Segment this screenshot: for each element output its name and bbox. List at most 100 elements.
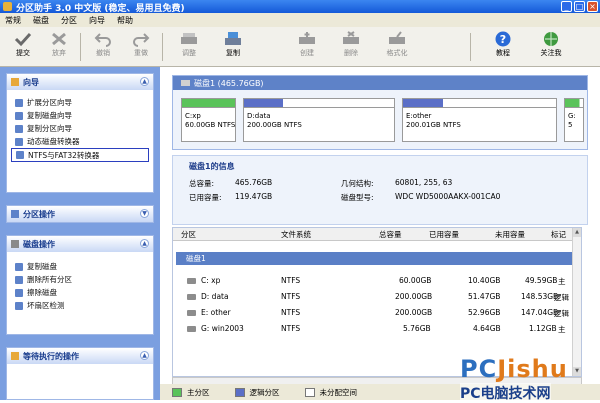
sidebar-item-extend-wizard[interactable]: 扩展分区向导 — [7, 96, 153, 109]
usage-bar — [182, 99, 235, 108]
collapse-icon[interactable]: ▲ — [140, 351, 149, 360]
disk-model-label: 磁盘型号: — [341, 193, 374, 202]
close-button[interactable]: × — [587, 1, 598, 12]
collapse-icon[interactable]: ▲ — [140, 239, 149, 248]
maximize-button[interactable]: □ — [574, 1, 585, 12]
col-total[interactable]: 总容量 — [379, 229, 402, 240]
disk-group-row[interactable]: 磁盘1 — [176, 252, 576, 265]
copy-partition-icon — [15, 124, 23, 133]
partition-block-g[interactable]: G: 5 — [564, 98, 584, 142]
col-free[interactable]: 未用容量 — [495, 229, 525, 240]
undo-button[interactable]: 撤销 — [86, 29, 120, 65]
disk-map: 磁盘1 (465.76GB) C:xp 60.00GB NTFS D:data … — [172, 75, 588, 150]
partition-icon — [11, 210, 19, 218]
delete-button[interactable]: 删除 — [334, 29, 368, 65]
toolbar-separator — [162, 33, 163, 61]
sidebar-item-copy-disk[interactable]: 复制磁盘 — [7, 260, 153, 273]
app-icon — [3, 2, 12, 11]
used-capacity-label: 已用容量: — [189, 193, 222, 202]
partition-ops-panel: 分区操作 ▼ — [6, 205, 154, 223]
menu-help[interactable]: 帮助 — [117, 15, 133, 26]
discard-button[interactable]: 放弃 — [42, 29, 76, 65]
disk-icon — [11, 240, 19, 248]
sidebar-item-delete-all[interactable]: 删除所有分区 — [7, 273, 153, 286]
scroll-down-icon[interactable]: ▼ — [573, 367, 581, 376]
toolbar-separator — [470, 33, 471, 61]
disk-ops-panel: 磁盘操作 ▲ 复制磁盘 删除所有分区 擦除磁盘 坏扇区检测 — [6, 235, 154, 335]
disk-model-value: WDC WD5000AAKX-001CA0 — [395, 192, 501, 201]
redo-button[interactable]: 重做 — [124, 29, 158, 65]
col-partition[interactable]: 分区 — [181, 229, 196, 240]
partition-block-c[interactable]: C:xp 60.00GB NTFS — [181, 98, 236, 142]
primary-partition-swatch — [172, 387, 182, 397]
scroll-up-icon[interactable]: ▲ — [573, 228, 581, 237]
follow-icon — [544, 32, 558, 46]
geometry-label: 几何结构: — [341, 179, 374, 188]
wipe-icon — [15, 288, 23, 297]
svg-text:?: ? — [500, 33, 506, 46]
legend-logical: 逻辑分区 — [249, 387, 280, 397]
sidebar-item-ntfs-fat32[interactable]: NTFS与FAT32转换器 — [11, 148, 149, 162]
minimize-button[interactable]: _ — [561, 1, 572, 12]
convert-icon — [16, 151, 24, 159]
undo-icon — [94, 33, 111, 47]
discard-icon — [52, 32, 66, 46]
partition-icon — [187, 310, 196, 316]
col-used[interactable]: 已用容量 — [429, 229, 459, 240]
sidebar-item-copy-partition-wizard[interactable]: 复制分区向导 — [7, 122, 153, 135]
disk-ops-header[interactable]: 磁盘操作 ▲ — [7, 236, 153, 252]
disk-map-header[interactable]: 磁盘1 (465.76GB) — [173, 76, 587, 90]
table-row[interactable]: D: data NTFS 200.00GB 51.47GB 148.53GB 逻… — [173, 290, 581, 304]
sidebar-item-copy-disk-wizard[interactable]: 复制磁盘向导 — [7, 109, 153, 122]
menu-wizard[interactable]: 向导 — [89, 15, 105, 26]
copy-button[interactable]: 复制 — [216, 29, 250, 65]
sidebar-item-bad-sector[interactable]: 坏扇区检测 — [7, 299, 153, 312]
commit-button[interactable]: 提交 — [6, 29, 40, 65]
tutorial-button[interactable]: ? 教程 — [486, 29, 520, 65]
col-filesystem[interactable]: 文件系统 — [281, 229, 311, 240]
partition-icon — [187, 278, 196, 284]
follow-button[interactable]: 关注我 — [534, 29, 568, 65]
logical-partition-swatch — [234, 387, 245, 397]
geometry-value: 60801, 255, 63 — [395, 178, 453, 187]
resize-button[interactable]: 调整 — [172, 29, 206, 65]
sidebar-item-dynamic-disk[interactable]: 动态磁盘转换器 — [7, 135, 153, 148]
collapse-icon[interactable]: ▲ — [140, 77, 149, 86]
total-capacity-label: 总容量: — [189, 179, 215, 188]
menu-disk[interactable]: 磁盘 — [33, 15, 49, 26]
create-button[interactable]: 创建 — [290, 29, 324, 65]
wizard-panel: 向导 ▲ 扩展分区向导 复制磁盘向导 复制分区向导 动态磁盘转换器 NTFS与F… — [6, 73, 154, 193]
disk-info-panel: 磁盘1的信息 总容量: 465.76GB 已用容量: 119.47GB 几何结构… — [172, 155, 588, 225]
table-row[interactable]: G: win2003 NTFS 5.76GB 4.64GB 1.12GB 主 — [173, 322, 581, 336]
pending-ops-header[interactable]: 等待执行的操作 ▲ — [7, 348, 153, 364]
partition-ops-header[interactable]: 分区操作 ▼ — [7, 206, 153, 222]
table-row[interactable]: E: other NTFS 200.00GB 52.96GB 147.04GB … — [173, 306, 581, 320]
redo-icon — [133, 33, 150, 47]
copy-disk-icon — [15, 262, 23, 271]
menu-general[interactable]: 常规 — [5, 15, 21, 26]
partition-block-d[interactable]: D:data 200.00GB NTFS — [243, 98, 395, 142]
col-flag[interactable]: 标记 — [551, 229, 566, 240]
legend-primary: 主分区 — [187, 387, 210, 397]
wizard-panel-header[interactable]: 向导 ▲ — [7, 74, 153, 90]
disk-icon — [181, 80, 190, 86]
legend-bar: 主分区 逻辑分区 未分配空间 — [160, 384, 600, 400]
sidebar: 向导 ▲ 扩展分区向导 复制磁盘向导 复制分区向导 动态磁盘转换器 NTFS与F… — [0, 67, 160, 400]
usage-bar — [244, 99, 394, 108]
format-button[interactable]: 格式化 — [380, 29, 414, 65]
format-disk-icon — [389, 31, 405, 44]
total-capacity-value: 465.76GB — [235, 178, 273, 187]
delete-disk-icon — [343, 31, 359, 44]
partition-block-e[interactable]: E:other 200.01GB NTFS — [402, 98, 557, 142]
unallocated-swatch — [304, 387, 315, 397]
toolbar: 提交 放弃 撤销 重做 调整 复制 创建 删除 格式化 ? 教程 关注我 — [0, 27, 600, 67]
extend-icon — [15, 98, 23, 107]
table-row[interactable]: C: xp NTFS 60.00GB 10.40GB 49.59GB 主 — [173, 274, 581, 288]
partition-table: 分区 文件系统 总容量 已用容量 未用容量 标记 磁盘1 C: xp NTFS … — [172, 227, 582, 377]
vertical-scrollbar[interactable]: ▲ ▼ — [572, 228, 581, 376]
expand-icon[interactable]: ▼ — [140, 209, 149, 218]
menu-partition[interactable]: 分区 — [61, 15, 77, 26]
legend-unallocated: 未分配空间 — [319, 387, 358, 397]
toolbar-separator — [80, 33, 81, 61]
sidebar-item-wipe-disk[interactable]: 擦除磁盘 — [7, 286, 153, 299]
